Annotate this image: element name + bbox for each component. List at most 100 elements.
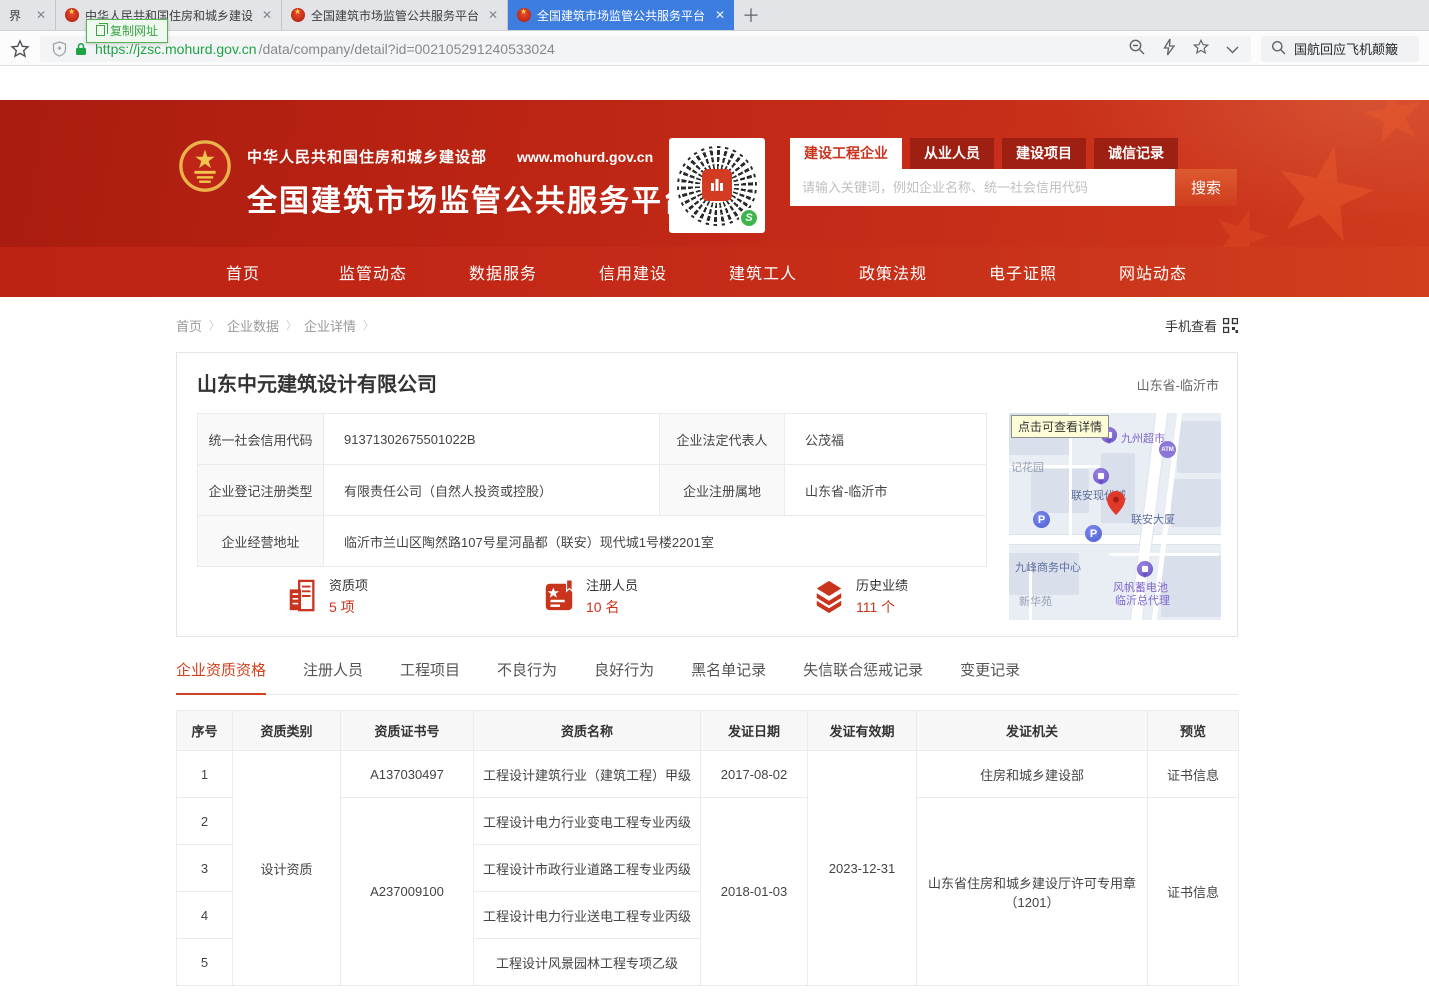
bookmark-star-icon[interactable] — [10, 39, 30, 59]
quick-search-box[interactable]: 国航回应飞机颠簸 — [1261, 36, 1419, 62]
layers-icon — [812, 578, 846, 614]
nav-item-policy[interactable]: 政策法规 — [828, 260, 958, 284]
reg-type-label: 企业登记注册类型 — [198, 465, 324, 516]
lightning-icon[interactable] — [1162, 38, 1176, 59]
search-tab-project[interactable]: 建设项目 — [1002, 138, 1086, 169]
favorite-star-icon[interactable] — [1192, 38, 1210, 59]
legal-rep-value: 公茂福 — [785, 414, 987, 465]
miniprogram-badge-icon: S — [739, 208, 759, 228]
browser-tab-partial[interactable]: 界 ✕ — [0, 0, 56, 30]
emblem-favicon-icon — [517, 8, 531, 22]
close-icon[interactable]: ✕ — [488, 8, 498, 22]
page-content: 首页〉 企业数据〉 企业详情〉 手机查看 山东中元建筑设计有限公司 山东省-临沂… — [0, 297, 1429, 986]
new-tab-button[interactable]: ＋ — [734, 0, 768, 30]
table-row: 企业经营地址 临沂市兰山区陶然路107号星河晶都（联安）现代城1号楼2201室 — [198, 516, 987, 567]
chevron-down-icon[interactable] — [1226, 41, 1239, 57]
qr-pattern-icon: S — [677, 146, 757, 226]
copy-url-tooltip: 复制网址 — [86, 19, 168, 43]
browser-tab-jzsc-active[interactable]: 全国建筑市场监管公共服务平台 ✕ — [508, 0, 734, 30]
tab-good-behavior[interactable]: 良好行为 — [594, 659, 654, 694]
address-label: 企业经营地址 — [198, 516, 324, 567]
search-tab-enterprise[interactable]: 建设工程企业 — [790, 138, 902, 169]
tab-qualification[interactable]: 企业资质资格 — [176, 659, 266, 695]
certificate-info-link[interactable]: 证书信息 — [1148, 751, 1239, 798]
url-path: /data/company/detail?id=0021052912405330… — [259, 41, 555, 57]
nav-item-data-service[interactable]: 数据服务 — [438, 260, 568, 284]
authority-line: 山东省住房和城乡建设厅许可专用章 — [923, 873, 1141, 892]
tab-bad-behavior[interactable]: 不良行为 — [497, 659, 557, 694]
browser-tabstrip: 界 ✕ 中华人民共和国住房和城乡建设 ✕ 全国建筑市场监管公共服务平台 ✕ 全国… — [0, 0, 1429, 31]
keyword-search-input[interactable] — [790, 169, 1175, 206]
map-preview[interactable]: 九州超市 ATM 记花园 联安现代城 联安大厦 P P 九峰商务中心 风帆蓄电池… — [1009, 413, 1221, 620]
page: 界 ✕ 中华人民共和国住房和城乡建设 ✕ 全国建筑市场监管公共服务平台 ✕ 全国… — [0, 0, 1429, 996]
shield-icon[interactable] — [52, 41, 67, 57]
ministry-name: 中华人民共和国住房和城乡建设部 — [247, 146, 487, 167]
map-label: 九峰商务中心 — [1015, 559, 1081, 575]
detail-tabs: 企业资质资格 注册人员 工程项目 不良行为 良好行为 黑名单记录 失信联合惩戒记… — [176, 659, 1238, 695]
qualification-table: 序号 资质类别 资质证书号 资质名称 发证日期 发证有效期 发证机关 预览 1 … — [176, 710, 1239, 986]
map-label: P — [1090, 528, 1097, 540]
close-icon[interactable]: ✕ — [262, 8, 272, 22]
table-row: 统一社会信用代码 91371302675501022B 企业法定代表人 公茂福 — [198, 414, 987, 465]
table-row: 1 设计资质 A137030497 工程设计建筑行业（建筑工程）甲级 2017-… — [177, 751, 1239, 798]
mobile-view-button[interactable]: 手机查看 — [1165, 316, 1238, 335]
cert-no-cell: A237009100 — [341, 798, 474, 986]
quick-search-text: 国航回应飞机颠簸 — [1294, 39, 1398, 58]
tab-title: 界 — [9, 7, 21, 24]
close-icon[interactable]: ✕ — [715, 8, 725, 22]
company-card: 山东中元建筑设计有限公司 山东省-临沂市 统一社会信用代码 9137130267… — [176, 352, 1238, 637]
breadcrumb-enterprise-detail[interactable]: 企业详情 — [304, 316, 356, 335]
col-preview: 预览 — [1148, 711, 1239, 751]
col-issue-date: 发证日期 — [701, 711, 808, 751]
emblem-favicon-icon — [291, 8, 305, 22]
breadcrumb-enterprise-data[interactable]: 企业数据 — [227, 316, 279, 335]
qual-name-cell: 工程设计建筑行业（建筑工程）甲级 — [474, 751, 701, 798]
col-authority: 发证机关 — [917, 711, 1148, 751]
search-button[interactable]: 搜索 — [1175, 169, 1237, 206]
address-value: 临沂市兰山区陶然路107号星河晶都（联安）现代城1号楼2201室 — [324, 516, 987, 567]
nav-item-home[interactable]: 首页 — [178, 260, 308, 284]
tab-change-records[interactable]: 变更记录 — [960, 659, 1020, 694]
nav-item-e-license[interactable]: 电子证照 — [958, 260, 1088, 284]
tab-projects[interactable]: 工程项目 — [400, 659, 460, 694]
map-label: ATM — [1161, 447, 1174, 453]
stat-value: 5 项 — [329, 597, 368, 617]
seq-cell: 4 — [177, 892, 233, 939]
company-stats: 资质项 5 项 注册人员 10 名 — [197, 575, 986, 623]
copy-url-label: 复制网址 — [110, 22, 158, 39]
tab-dishonesty-records[interactable]: 失信联合惩戒记录 — [803, 659, 923, 694]
url-bar[interactable]: https://jzsc.mohurd.gov.cn/data/company/… — [40, 36, 1251, 62]
site-identity: 中华人民共和国住房和城乡建设部 www.mohurd.gov.cn 全国建筑市场… — [247, 146, 695, 220]
company-location-marker-icon — [1107, 491, 1125, 520]
nav-item-workers[interactable]: 建筑工人 — [698, 260, 828, 284]
site-title: 全国建筑市场监管公共服务平台 — [247, 176, 695, 220]
company-region: 山东省-临沂市 — [1137, 375, 1219, 394]
legal-rep-label: 企业法定代表人 — [660, 414, 785, 465]
close-icon[interactable]: ✕ — [36, 8, 46, 22]
zoom-out-icon[interactable] — [1128, 38, 1146, 59]
atm-pin-icon: ATM — [1159, 441, 1176, 458]
site-url: www.mohurd.gov.cn — [517, 149, 653, 165]
search-tab-credit[interactable]: 诚信记录 — [1094, 138, 1178, 169]
stat-registered-personnel[interactable]: 注册人员 10 名 — [542, 575, 638, 617]
col-validity: 发证有效期 — [808, 711, 917, 751]
nav-item-site-news[interactable]: 网站动态 — [1088, 260, 1218, 284]
stat-qualifications[interactable]: 资质项 5 项 — [285, 575, 368, 617]
reg-type-value: 有限责任公司（自然人投资或控股） — [324, 465, 660, 516]
lock-icon — [75, 42, 87, 56]
qr-mini-icon — [1223, 318, 1238, 333]
qr-center-logo-icon — [702, 169, 732, 201]
browser-tab-jzsc-1[interactable]: 全国建筑市场监管公共服务平台 ✕ — [282, 0, 508, 30]
qual-name-cell: 工程设计市政行业道路工程专业丙级 — [474, 845, 701, 892]
national-emblem-icon — [178, 138, 232, 201]
tab-registered-personnel[interactable]: 注册人员 — [303, 659, 363, 694]
search-tab-personnel[interactable]: 从业人员 — [910, 138, 994, 169]
stat-history[interactable]: 历史业绩 111 个 — [812, 575, 908, 617]
nav-item-supervision-news[interactable]: 监管动态 — [308, 260, 438, 284]
map-road — [1009, 534, 1221, 545]
breadcrumb-home[interactable]: 首页 — [176, 316, 202, 335]
nav-item-credit[interactable]: 信用建设 — [568, 260, 698, 284]
tab-blacklist[interactable]: 黑名单记录 — [691, 659, 766, 694]
certificate-info-link[interactable]: 证书信息 — [1148, 798, 1239, 986]
copy-icon — [96, 25, 105, 36]
